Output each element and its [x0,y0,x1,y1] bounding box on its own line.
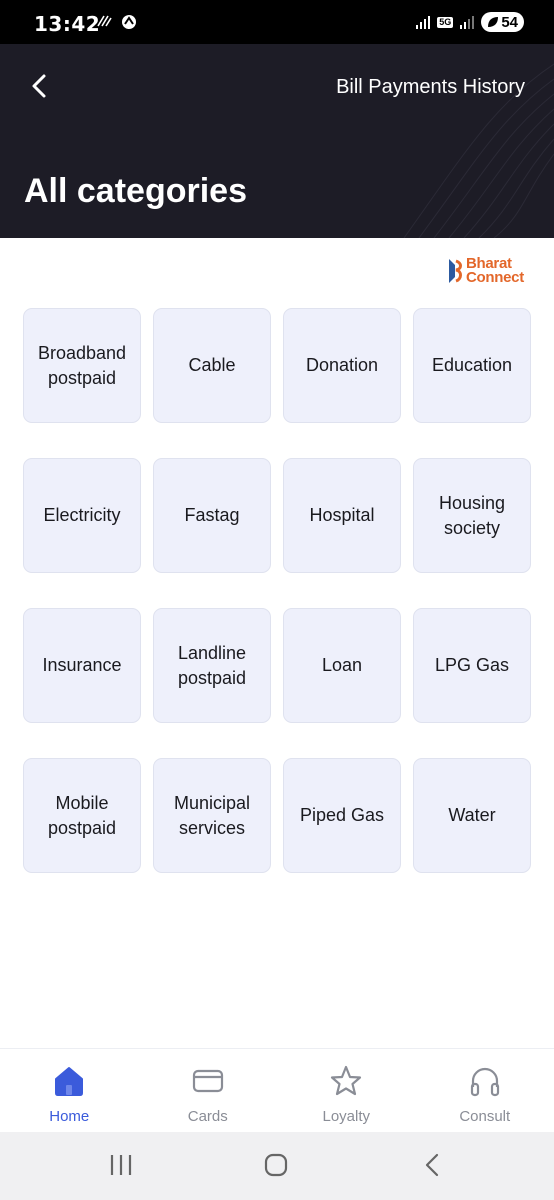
category-tile[interactable]: Donation [283,308,401,423]
page-title: All categories [24,172,247,210]
nav-item-loyalty[interactable]: Loyalty [277,1049,416,1132]
data-saver-icon [97,15,112,27]
nav-label-home: Home [49,1108,90,1125]
category-label: Fastag [184,505,240,525]
category-label: Mobile postpaid [47,792,117,838]
category-label: Education [431,355,513,375]
battery-level: 54 [501,13,518,31]
category-tile[interactable]: LPG Gas [413,608,531,723]
nav-item-consult[interactable]: Consult [416,1049,554,1132]
header-decoration [403,63,554,238]
category-tile[interactable]: Insurance [23,608,141,723]
category-label: Housing society [438,492,506,538]
status-bar: 13:42 5G 54 [0,0,554,44]
category-label: Electricity [43,505,121,525]
category-label: Insurance [42,655,122,675]
leaf-icon [488,17,499,27]
status-system-icons: 5G 54 [415,12,524,32]
signal-icon-2 [460,16,475,29]
nav-label-cards: Cards [187,1108,228,1125]
app-notification-icon [122,15,136,29]
category-tile[interactable]: Mobile postpaid [23,758,141,873]
bharat-connect-mark-icon [449,259,462,283]
category-label: Broadband postpaid [37,342,127,388]
category-label: Municipal services [173,792,251,838]
system-back-icon[interactable] [420,1152,446,1178]
category-label: Loan [321,655,363,675]
signal-icon [416,16,431,29]
headphones-icon [467,1063,503,1099]
category-tile[interactable]: Cable [153,308,271,423]
category-tile[interactable]: Housing society [413,458,531,573]
page-header: Bill Payments History All categories [0,44,554,238]
bharat-connect-logo: Bharat Connect [447,256,524,286]
nav-item-home[interactable]: Home [0,1049,139,1132]
category-label: Hospital [309,505,375,525]
bottom-nav: Home Cards Loyalty Consult [0,1048,554,1132]
category-tile[interactable]: Water [413,758,531,873]
star-icon [328,1063,364,1099]
status-notification-icons [96,14,138,30]
category-tile[interactable]: Broadband postpaid [23,308,141,423]
category-label: Landline postpaid [177,642,247,688]
recent-apps-icon[interactable] [108,1152,134,1178]
category-label: Donation [305,355,379,375]
nav-label-consult: Consult [459,1108,511,1125]
home-icon [51,1063,87,1099]
category-label: Piped Gas [299,805,385,825]
category-tile[interactable]: Electricity [23,458,141,573]
system-nav-bar [0,1132,554,1200]
category-tile[interactable]: Hospital [283,458,401,573]
status-time: 13:42 [34,12,101,36]
logo-line-2: Connect [466,269,524,286]
category-label: Cable [188,355,236,375]
category-tile[interactable]: Landline postpaid [153,608,271,723]
back-button[interactable] [24,70,56,102]
category-grid: Broadband postpaid Cable Donation Educat… [23,308,531,873]
category-label: LPG Gas [434,655,510,675]
card-icon [190,1063,226,1099]
category-tile[interactable]: Fastag [153,458,271,573]
category-tile[interactable]: Loan [283,608,401,723]
battery-indicator: 54 [481,12,524,32]
network-type-label: 5G [437,16,454,28]
nav-item-cards[interactable]: Cards [139,1049,278,1132]
category-tile[interactable]: Education [413,308,531,423]
nav-label-loyalty: Loyalty [322,1108,371,1125]
category-label: Water [448,805,496,825]
chevron-left-icon [32,74,46,98]
category-tile[interactable]: Municipal services [153,758,271,873]
bill-payments-history-link[interactable]: Bill Payments History [336,76,525,99]
category-tile[interactable]: Piped Gas [283,758,401,873]
home-button-icon[interactable] [263,1152,289,1178]
